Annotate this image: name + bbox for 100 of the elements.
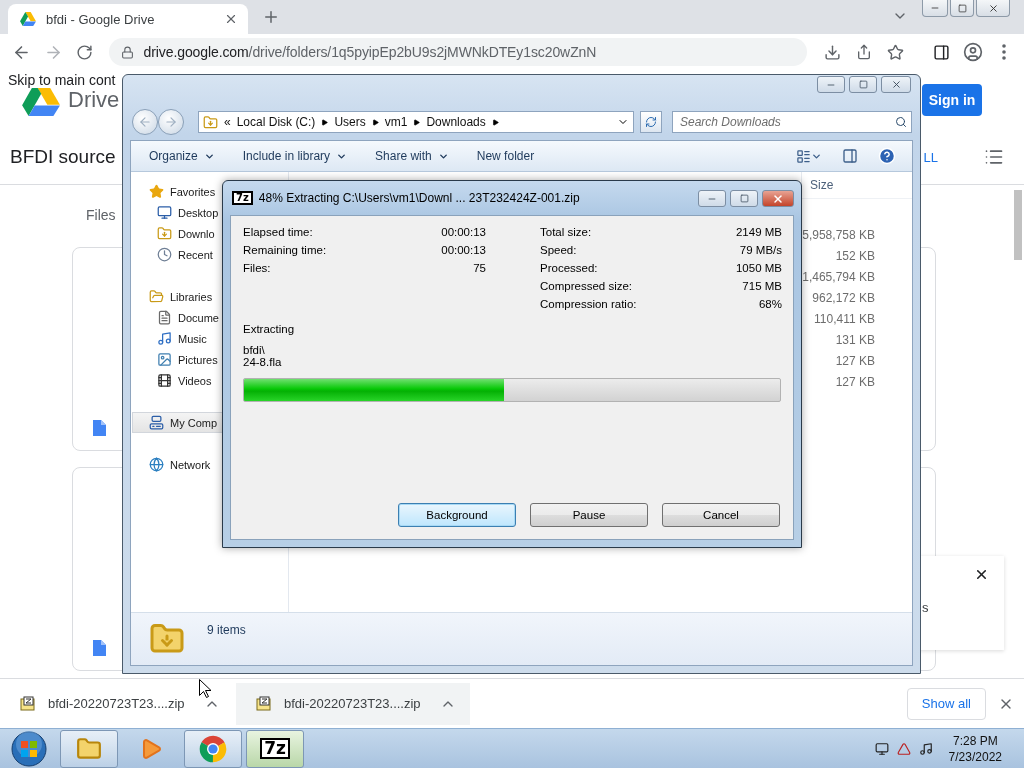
nav-item[interactable]: Videos xyxy=(132,370,287,391)
restore-icon xyxy=(957,3,967,13)
app-logo: 7z xyxy=(260,738,290,759)
document-icon xyxy=(93,640,106,656)
folder-icon xyxy=(149,289,164,304)
stat-label: Elapsed time: xyxy=(243,226,313,238)
stat-value: 715 MB xyxy=(742,280,782,292)
size-cell-text: 131 KB xyxy=(834,332,875,347)
taskbar-button[interactable] xyxy=(184,729,242,768)
archive-file-icon xyxy=(256,695,272,712)
back-arrow-icon xyxy=(138,115,152,129)
dialog-button[interactable]: Cancel xyxy=(662,503,780,527)
menu-icon xyxy=(1002,44,1007,60)
scrollbar-thumb[interactable] xyxy=(1014,190,1022,260)
toolbar-button[interactable]: Include in library xyxy=(232,149,358,163)
film-icon xyxy=(157,373,172,388)
skip-link[interactable]: Skip to main cont xyxy=(8,72,116,88)
app-logo: 7z xyxy=(232,191,253,205)
dialog-button[interactable]: Background xyxy=(398,503,516,527)
separator-arrow-icon xyxy=(371,118,379,126)
globe-icon xyxy=(149,457,164,472)
stat-value: 68% xyxy=(758,298,782,310)
star-icon xyxy=(887,43,905,61)
clock-icon xyxy=(157,247,172,262)
maximize-icon xyxy=(858,80,868,89)
notification-text: s xyxy=(922,600,929,615)
download-item[interactable]: bfdi-20220723T23....zip xyxy=(236,682,470,725)
folder-icon xyxy=(203,114,218,130)
minimize-button[interactable] xyxy=(922,0,948,17)
address-field[interactable]: drive.google.com/drive/folders/1q5pyipEp2bU9s2jMWNkDTEy1sc20wZnN xyxy=(108,38,807,66)
toolbar-button[interactable]: Organize xyxy=(139,149,225,163)
network-icon[interactable] xyxy=(874,741,889,756)
stat-label: Total size: xyxy=(540,226,592,238)
product-name: Drive xyxy=(68,87,120,113)
stat-label: Processed: xyxy=(540,262,598,274)
size-cell: 5,958,758 KB xyxy=(801,227,875,242)
minimize-button[interactable] xyxy=(698,190,726,207)
status-text: Extracting xyxy=(243,323,296,335)
folder-icon xyxy=(157,226,172,241)
folder-title: BFDI source xyxy=(10,146,116,168)
close-icon xyxy=(987,2,999,14)
refresh-button[interactable] xyxy=(640,111,662,133)
restore-button[interactable] xyxy=(950,0,974,17)
close-icon xyxy=(772,192,784,205)
stat-value: 75 xyxy=(473,262,486,274)
window-title: 48% Extracting C:\Users\vm1\Downl ... 23T232424Z-001.zip xyxy=(258,191,581,205)
show-all-button[interactable]: Show all xyxy=(906,687,986,720)
forward-button[interactable] xyxy=(158,109,184,135)
close-icon xyxy=(890,79,902,90)
stat-label: Compression ratio: xyxy=(540,298,637,310)
toolbar-button[interactable]: Share with xyxy=(365,149,459,163)
file-path: bfdi\ xyxy=(243,344,266,356)
taskbar-button[interactable] xyxy=(60,729,118,768)
breadcrumb-item[interactable]: Users xyxy=(334,115,366,129)
user-icon xyxy=(962,42,983,62)
chrome-icon xyxy=(199,734,227,763)
toolbar-button[interactable]: New folder xyxy=(466,149,545,163)
stat-label: Speed: xyxy=(540,244,577,256)
nav-item[interactable]: Desktop xyxy=(132,202,287,223)
archive-file-icon xyxy=(20,695,36,712)
browser-tab[interactable]: bfdi - Google Drive xyxy=(8,4,248,34)
windows-logo-icon xyxy=(9,730,49,767)
taskbar-button[interactable]: 7z xyxy=(246,729,304,768)
maximize-button[interactable] xyxy=(730,190,758,207)
picture-icon xyxy=(157,352,172,367)
breadcrumb-item[interactable]: Downloads xyxy=(426,115,486,129)
breadcrumb-overflow[interactable]: « xyxy=(224,115,231,129)
stat-value: 00:00:13 xyxy=(441,226,486,238)
maximize-icon xyxy=(739,194,749,203)
separator-arrow-icon xyxy=(321,118,329,126)
breadcrumb-item[interactable]: vm1 xyxy=(384,115,408,129)
nav-item[interactable]: Libraries xyxy=(132,286,287,307)
stat-value: 00:00:13 xyxy=(441,244,486,256)
search-icon xyxy=(895,116,907,128)
separator-arrow-icon xyxy=(491,118,499,126)
preview-pane-icon xyxy=(842,148,858,164)
mouse-pointer-icon xyxy=(199,679,211,698)
file-path: 24-8.fla xyxy=(243,356,283,368)
sign-in-button[interactable]: Sign in xyxy=(922,84,982,116)
stat-label: Compressed size: xyxy=(540,280,633,292)
maximize-button[interactable] xyxy=(849,76,877,93)
address-bar[interactable]: « Local Disk (C:) Users vm1 Downloads xyxy=(198,111,634,133)
breadcrumb-item[interactable]: Local Disk (C:) xyxy=(236,115,316,129)
size-cell-text: 110,411 KB xyxy=(813,311,875,326)
stat-value: 1050 MB xyxy=(735,262,782,274)
list-view-icon[interactable] xyxy=(984,147,1004,167)
size-cell-text: 127 KB xyxy=(834,374,875,389)
star-icon xyxy=(149,184,164,199)
dialog-button[interactable]: Pause xyxy=(530,503,648,527)
back-button[interactable] xyxy=(132,109,158,135)
minimize-button[interactable] xyxy=(817,76,845,93)
nav-item[interactable]: Network xyxy=(132,454,287,475)
clock[interactable]: 7:28 PM 7/23/2022 xyxy=(948,732,1002,765)
close-button[interactable] xyxy=(974,567,989,582)
help-icon xyxy=(878,147,896,165)
separator-arrow-icon xyxy=(413,118,421,126)
search-field[interactable]: Search Downloads xyxy=(672,111,912,133)
stat-label: Remaining time: xyxy=(243,244,327,256)
reload-icon xyxy=(76,43,94,61)
header-link[interactable]: LL xyxy=(923,149,938,165)
